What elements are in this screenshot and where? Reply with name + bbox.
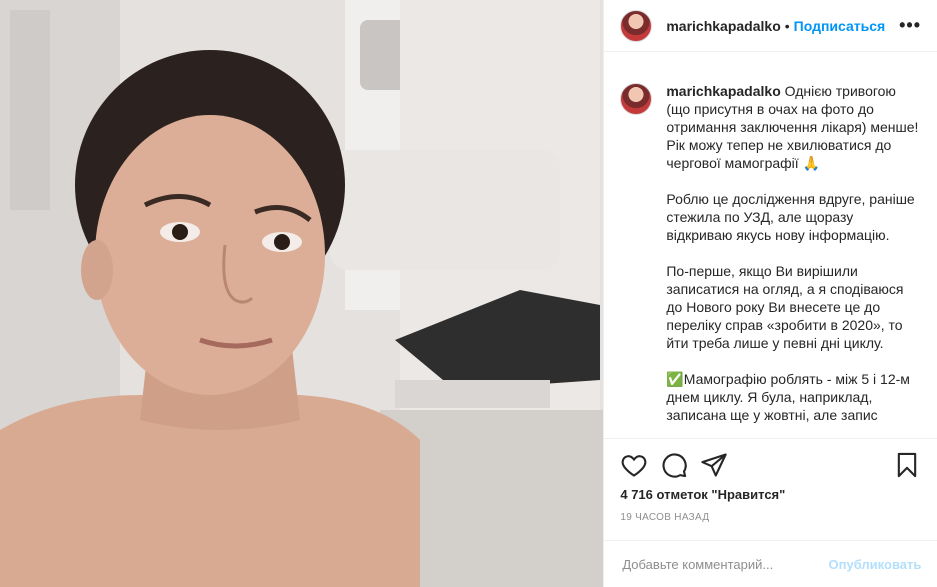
more-options-icon[interactable]: ••• (899, 15, 921, 36)
post-header: marichkapadalko • Подписаться ••• (604, 0, 937, 52)
caption-paragraph: marichkapadalko Однією тривогою (що прис… (666, 82, 921, 172)
bookmark-icon[interactable] (893, 451, 921, 479)
post-sidebar: marichkapadalko • Подписаться ••• marich… (604, 0, 937, 587)
separator-dot: • (784, 17, 790, 34)
follow-button[interactable]: Подписаться (794, 18, 886, 34)
caption: marichkapadalko Однією тривогою (що прис… (620, 82, 921, 438)
comment-form: Опубликовать (604, 540, 937, 587)
instagram-post: marichkapadalko • Подписаться ••• marich… (0, 0, 937, 587)
likes-count[interactable]: 4 716 отметок "Нравится" (620, 487, 785, 502)
caption-paragraph: ✅Мамографію роблять - між 5 і 12-м днем … (666, 371, 910, 423)
caption-username[interactable]: marichkapadalko (666, 83, 780, 99)
heart-icon[interactable] (620, 451, 648, 479)
action-bar (620, 449, 921, 481)
post-photo[interactable] (0, 0, 605, 587)
publish-button[interactable]: Опубликовать (829, 557, 922, 572)
caption-avatar[interactable] (620, 83, 653, 115)
selfie-photo-illustration (0, 0, 604, 587)
comment-input[interactable] (620, 555, 829, 573)
caption-paragraph: Роблю це дослідження вдруге, раніше стеж… (666, 191, 915, 243)
post-timestamp[interactable]: 19 ЧАСОВ НАЗАД (620, 512, 709, 523)
caption-scroll-area[interactable]: marichkapadalko Однією тривогою (що прис… (604, 52, 937, 439)
header-username[interactable]: marichkapadalko (666, 18, 780, 34)
caption-paragraph: По-перше, якщо Ви вирішили записатися на… (666, 263, 904, 351)
caption-body: marichkapadalko Однією тривогою (що прис… (666, 82, 921, 438)
paper-plane-icon[interactable] (700, 451, 728, 479)
comment-icon[interactable] (660, 451, 688, 479)
user-avatar[interactable] (620, 9, 653, 42)
